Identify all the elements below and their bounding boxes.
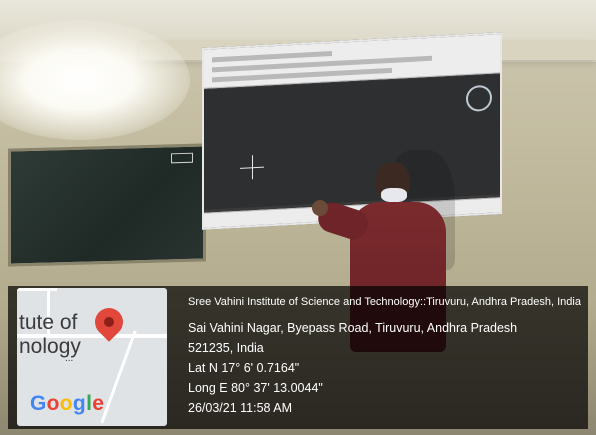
- viewcube-icon: [466, 84, 492, 113]
- ribbon-row: [212, 51, 332, 63]
- datetime: 26/03/21 11:58 AM: [188, 401, 293, 415]
- latitude: Lat N 17° 6' 0.7164": [188, 361, 300, 375]
- crosshair-icon: [252, 155, 253, 180]
- institute-name: Sree Vahini Institute of Science and Tec…: [188, 296, 581, 308]
- address-line-1: Sai Vahini Nagar, Byepass Road, Tiruvuru…: [188, 321, 518, 335]
- face-mask: [381, 188, 407, 202]
- longitude: Long E 80° 37' 13.0044": [188, 381, 323, 395]
- geo-stamp-text: Sree Vahini Institute of Science and Tec…: [188, 296, 586, 418]
- map-road: [100, 330, 137, 424]
- google-logo: Google: [30, 392, 104, 416]
- projector-screen: [202, 32, 502, 230]
- map-road: [17, 288, 57, 291]
- google-logo-letter: o: [46, 392, 60, 415]
- google-logo-letter: G: [30, 392, 47, 415]
- blackboard-sticker: [171, 152, 193, 164]
- map-ellipsis: ...: [65, 353, 74, 364]
- google-logo-letter: o: [59, 392, 73, 415]
- presenter-hand: [312, 200, 328, 216]
- map-thumbnail: tute of nology ... Google: [17, 288, 167, 426]
- google-logo-letter: g: [72, 392, 87, 415]
- cad-drawing-area: [204, 74, 500, 210]
- map-label-top: tute of: [19, 311, 78, 334]
- classroom-photo: tute of nology ... Google Sree Vahini In…: [0, 0, 596, 435]
- blackboard: [8, 143, 206, 267]
- google-logo-letter: e: [92, 392, 105, 415]
- address-line-2: 521235, India: [188, 341, 264, 355]
